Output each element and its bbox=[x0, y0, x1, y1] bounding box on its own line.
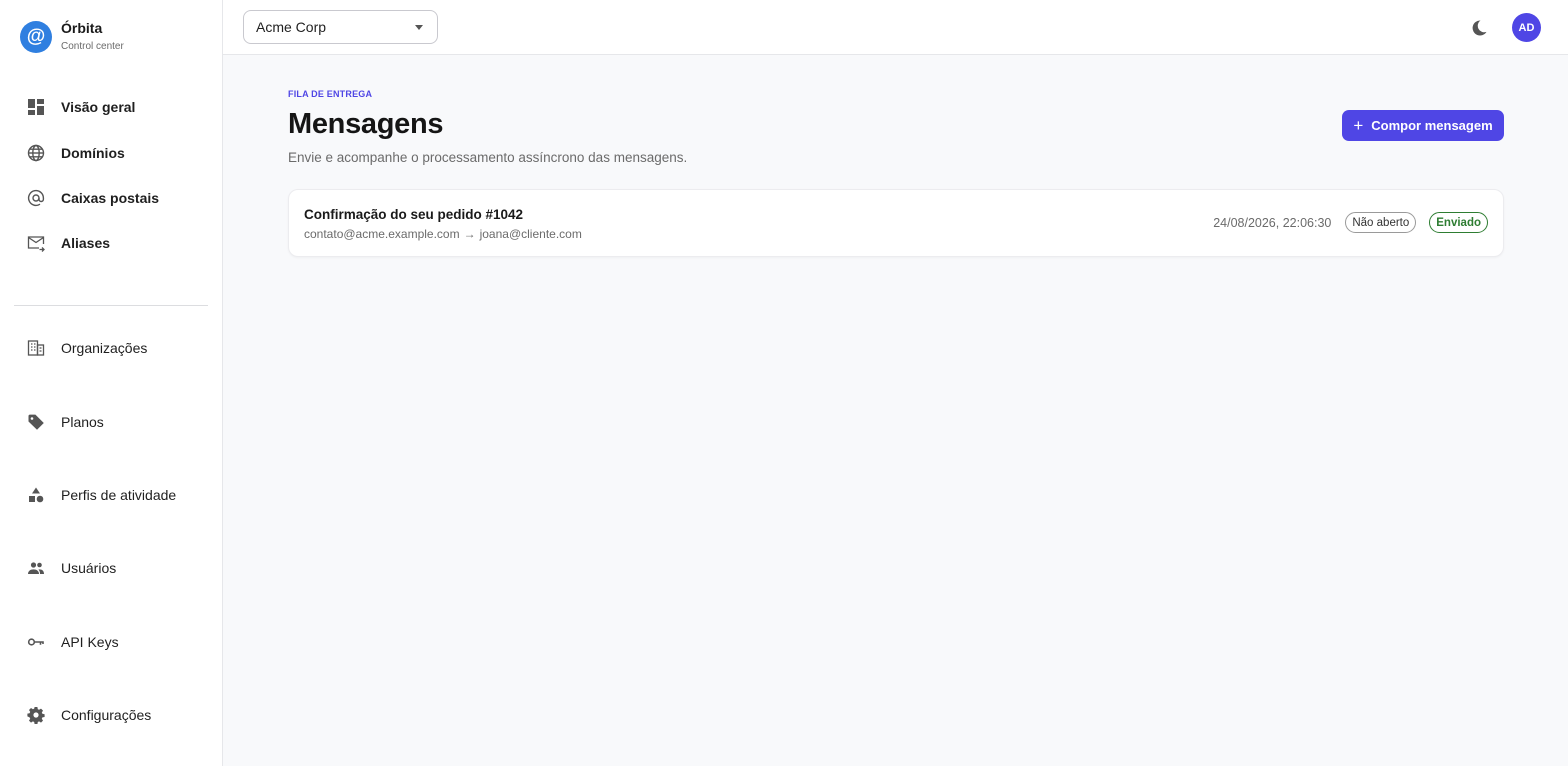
sidebar-item-api-keys[interactable]: API Keys bbox=[20, 628, 119, 656]
message-from: contato@acme.example.com bbox=[304, 227, 460, 241]
users-icon bbox=[20, 558, 54, 578]
sidebar-item-label: API Keys bbox=[61, 634, 119, 650]
organization-select-value: Acme Corp bbox=[256, 19, 327, 35]
brand-logo-icon: @ bbox=[20, 21, 52, 53]
page-eyebrow: FILA DE ENTREGA bbox=[288, 89, 373, 99]
tag-icon bbox=[20, 412, 54, 432]
delivery-status-badge: Enviado bbox=[1429, 212, 1488, 233]
mail-forward-icon bbox=[20, 233, 54, 253]
sidebar-item-configuracoes[interactable]: Configurações bbox=[20, 701, 151, 729]
message-timestamp: 24/08/2026, 22:06:30 bbox=[1213, 215, 1332, 230]
key-icon bbox=[20, 632, 54, 652]
message-route: contato@acme.example.com → joana@cliente.c… bbox=[304, 227, 582, 241]
plus-icon: + bbox=[1353, 116, 1364, 135]
sidebar-item-organizacoes[interactable]: Organizações bbox=[20, 334, 147, 362]
sidebar-item-caixas-postais[interactable]: Caixas postais bbox=[20, 184, 159, 212]
message-row[interactable]: Confirmação do seu pedido #1042 contato@… bbox=[288, 189, 1504, 257]
moon-icon bbox=[1472, 20, 1487, 36]
message-to: joana@cliente.com bbox=[479, 227, 582, 241]
sidebar-item-label: Aliases bbox=[61, 235, 111, 251]
arrow-right-icon: → bbox=[463, 227, 476, 241]
globe-icon bbox=[20, 143, 54, 163]
brand[interactable]: @ Órbita Control center bbox=[20, 20, 124, 54]
compose-message-button[interactable]: + Compor mensagem bbox=[1342, 110, 1504, 141]
sidebar-item-label: Domínios bbox=[61, 145, 125, 161]
shapes-icon bbox=[20, 485, 54, 505]
dashboard-icon bbox=[20, 97, 54, 117]
sidebar: @ Órbita Control center Visão geral Domí… bbox=[0, 0, 223, 766]
compose-message-label: Compor mensagem bbox=[1371, 118, 1493, 133]
topbar: Acme Corp AD bbox=[223, 0, 1568, 55]
sidebar-item-label: Visão geral bbox=[61, 99, 136, 115]
page-description: Envie e acompanhe o processamento assínc… bbox=[288, 150, 688, 165]
sidebar-item-planos[interactable]: Planos bbox=[20, 408, 104, 436]
sidebar-item-aliases[interactable]: Aliases bbox=[20, 229, 110, 257]
sidebar-item-label: Usuários bbox=[61, 560, 117, 576]
sidebar-item-usuarios[interactable]: Usuários bbox=[20, 554, 116, 582]
theme-toggle-button[interactable] bbox=[1468, 17, 1490, 39]
sidebar-item-label: Perfis de atividade bbox=[61, 487, 177, 503]
sidebar-item-label: Organizações bbox=[61, 340, 148, 356]
sidebar-item-label: Caixas postais bbox=[61, 190, 160, 206]
gear-icon bbox=[20, 705, 54, 725]
message-subject: Confirmação do seu pedido #1042 bbox=[304, 207, 524, 222]
organization-select[interactable]: Acme Corp bbox=[243, 10, 438, 44]
page-title: Mensagens bbox=[288, 108, 444, 140]
brand-text: Órbita Control center bbox=[61, 20, 124, 54]
sidebar-item-dominios[interactable]: Domínios bbox=[20, 139, 125, 167]
brand-subtitle: Control center bbox=[61, 41, 124, 52]
sidebar-divider bbox=[14, 305, 208, 306]
at-icon bbox=[20, 188, 54, 208]
sidebar-item-label: Planos bbox=[61, 414, 104, 430]
caret-down-icon bbox=[415, 24, 423, 30]
message-meta: 24/08/2026, 22:06:30 Não aberto Enviado bbox=[1213, 212, 1488, 233]
sidebar-item-label: Configurações bbox=[61, 707, 152, 723]
brand-name: Órbita bbox=[61, 20, 103, 36]
sidebar-item-visao-geral[interactable]: Visão geral bbox=[20, 93, 135, 121]
sidebar-item-perfis-atividade[interactable]: Perfis de atividade bbox=[20, 481, 176, 509]
building-icon bbox=[20, 338, 54, 358]
user-avatar[interactable]: AD bbox=[1512, 13, 1541, 42]
open-status-badge: Não aberto bbox=[1345, 212, 1417, 233]
